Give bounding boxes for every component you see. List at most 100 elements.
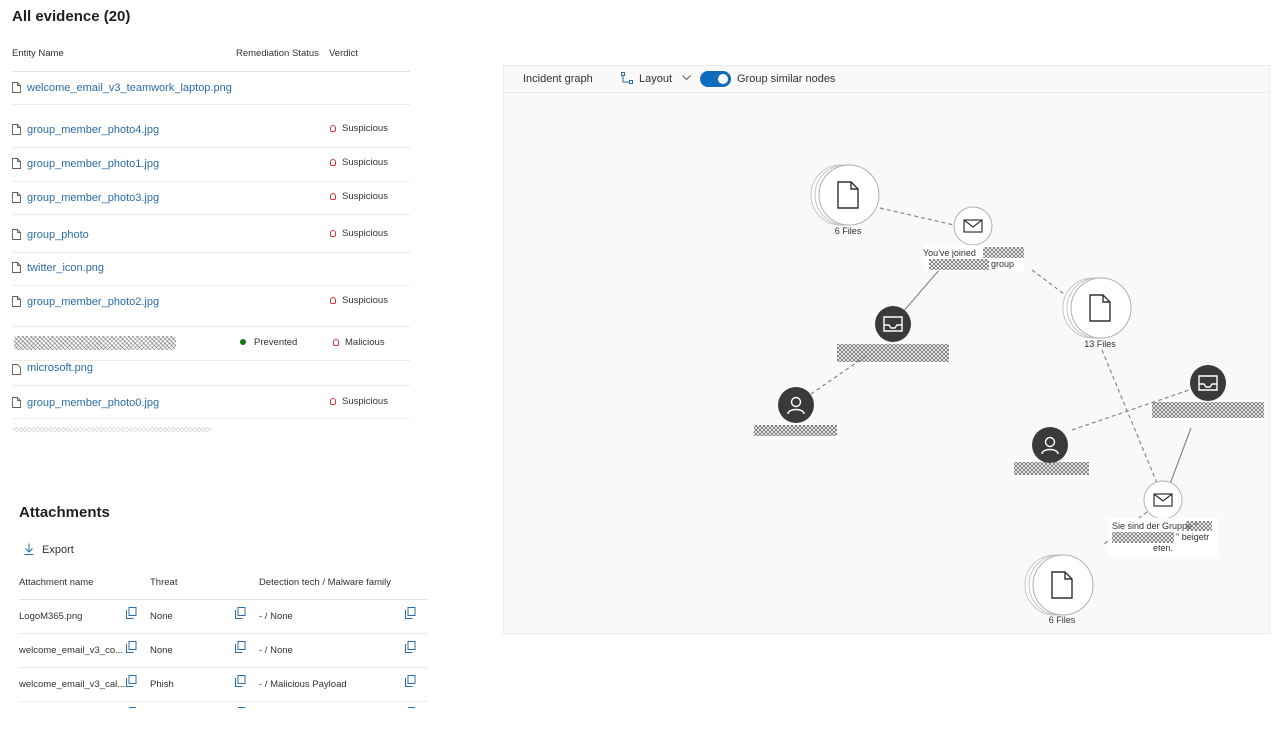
bug-icon — [330, 125, 336, 132]
download-icon — [24, 543, 34, 555]
evidence-row[interactable]: twitter_icon.png — [12, 253, 410, 286]
detection-value: - / None — [259, 611, 293, 622]
bug-icon — [330, 398, 336, 405]
entity-name-link[interactable]: welcome_email_v3_teamwork_laptop.png — [27, 82, 232, 94]
entity-name-link[interactable]: group_member_photo4.jpg — [27, 124, 159, 136]
copy-icon[interactable] — [405, 675, 416, 687]
node-label: You've joined — [923, 248, 976, 258]
col-attachment-name[interactable]: Attachment name — [19, 577, 93, 588]
copy-icon[interactable] — [235, 675, 246, 687]
evidence-row[interactable]: group_member_photo3.jpg Suspicious — [12, 182, 410, 215]
user-node[interactable] — [1014, 427, 1089, 475]
copy-icon[interactable] — [405, 641, 416, 653]
verdict-badge: Malicious — [333, 337, 385, 348]
evidence-title: All evidence (20) — [12, 8, 131, 25]
bug-icon — [330, 230, 336, 237]
evidence-row[interactable]: Prevented Malicious — [12, 327, 410, 361]
prevented-dot-icon — [240, 339, 246, 345]
evidence-row[interactable]: welcome_email_v3_teamwork_laptop.png — [12, 72, 410, 105]
entity-name-link[interactable]: microsoft.png — [27, 362, 93, 374]
evidence-row[interactable]: group_member_photo1.jpg Suspicious — [12, 148, 410, 182]
mailbox-node[interactable] — [1152, 365, 1264, 418]
col-remediation-status[interactable]: Remediation Status — [236, 48, 319, 59]
threat-value: Phish — [150, 679, 174, 690]
copy-icon[interactable] — [235, 607, 246, 619]
detection-value: - / None — [259, 645, 293, 656]
group-similar-toggle[interactable] — [700, 71, 731, 87]
node-label: 6 Files — [835, 226, 862, 236]
copy-icon — [238, 707, 245, 708]
attachment-row[interactable]: welcome_email_v3_co... None - / None — [19, 634, 428, 668]
email-node[interactable]: You've joined group — [923, 206, 1024, 271]
redacted-text — [1186, 521, 1212, 531]
copy-icon[interactable] — [126, 675, 137, 687]
copy-icon[interactable] — [126, 607, 137, 619]
col-detection[interactable]: Detection tech / Malware family — [259, 577, 391, 588]
verdict-label: Suspicious — [342, 123, 388, 134]
verdict-badge: Suspicious — [330, 295, 388, 306]
layout-label: Layout — [639, 73, 673, 85]
graph-canvas[interactable]: 6 Files You've joined group 13 Files Sie… — [504, 94, 1269, 634]
export-button[interactable]: Export — [24, 543, 74, 556]
email-node[interactable]: Sie sind der Gruppe " " beigetr eten. — [1108, 480, 1218, 556]
verdict-badge: Suspicious — [330, 123, 388, 134]
file-group-node[interactable]: 13 Files — [1062, 277, 1132, 349]
col-verdict[interactable]: Verdict — [329, 48, 358, 59]
file-icon — [12, 124, 21, 135]
verdict-badge: Suspicious — [330, 228, 388, 239]
verdict-badge: Suspicious — [330, 157, 388, 168]
attachment-row[interactable]: welcome_email_v3_cal... Phish - / Malici… — [19, 668, 428, 702]
verdict-label: Suspicious — [342, 157, 388, 168]
node-label: group — [991, 259, 1014, 269]
redacted-text — [1112, 532, 1174, 543]
layout-dropdown[interactable]: Layout — [621, 72, 691, 85]
edge — [1031, 269, 1069, 298]
verdict-badge: Suspicious — [330, 396, 388, 407]
entity-name-link[interactable]: group_photo — [27, 229, 89, 241]
threat-value: None — [150, 611, 173, 622]
copy-icon[interactable] — [235, 641, 246, 653]
redacted-text — [1152, 402, 1264, 418]
evidence-row[interactable]: group_member_photo2.jpg Suspicious — [12, 286, 410, 327]
entity-name-link[interactable]: group_member_photo0.jpg — [27, 397, 159, 409]
file-group-node[interactable]: 6 Files — [1024, 554, 1094, 625]
file-group-node[interactable]: 6 Files — [810, 164, 880, 236]
attachments-table-header: Attachment name Threat Detection tech / … — [19, 574, 428, 600]
file-icon — [12, 229, 21, 240]
bug-icon — [330, 159, 336, 166]
edge — [879, 207, 955, 226]
node-label: 6 Files — [1049, 615, 1076, 625]
entity-name-link[interactable]: group_member_photo2.jpg — [27, 296, 159, 308]
copy-icon[interactable] — [405, 607, 416, 619]
file-icon — [12, 192, 21, 203]
copy-icon — [129, 707, 136, 708]
evidence-row[interactable]: group_photo Suspicious — [12, 215, 410, 253]
remediation-status: Prevented — [240, 337, 297, 348]
node-label: eten. — [1153, 543, 1173, 553]
attachment-name: LogoM365.png — [19, 611, 83, 622]
attachment-name: welcome_email_v3_cal... — [19, 679, 126, 690]
user-node[interactable] — [754, 387, 837, 436]
col-entity-name[interactable]: Entity Name — [12, 48, 64, 59]
col-threat[interactable]: Threat — [150, 577, 177, 588]
verdict-label: Malicious — [345, 337, 385, 348]
attachments-title: Attachments — [19, 504, 110, 521]
verdict-label: Suspicious — [342, 295, 388, 306]
attachment-row[interactable]: LogoM365.png None - / None — [19, 600, 428, 634]
verdict-label: Suspicious — [342, 228, 388, 239]
redacted-text — [754, 425, 837, 436]
node-label: " beigetr — [1176, 532, 1209, 542]
entity-name-link[interactable]: group_member_photo3.jpg — [27, 192, 159, 204]
copy-icon[interactable] — [126, 641, 137, 653]
entity-name-link[interactable]: twitter_icon.png — [27, 262, 104, 274]
redacted-footer-text — [12, 427, 212, 432]
bug-icon — [333, 339, 339, 346]
mailbox-node[interactable] — [837, 306, 949, 362]
file-icon — [12, 397, 21, 408]
bug-icon — [330, 297, 336, 304]
evidence-row[interactable]: group_member_photo4.jpg Suspicious — [12, 114, 410, 148]
file-icon — [12, 82, 21, 93]
evidence-row[interactable]: microsoft.png — [12, 361, 410, 386]
entity-name-link[interactable]: group_member_photo1.jpg — [27, 158, 159, 170]
evidence-row[interactable]: group_member_photo0.jpg Suspicious — [12, 386, 410, 419]
